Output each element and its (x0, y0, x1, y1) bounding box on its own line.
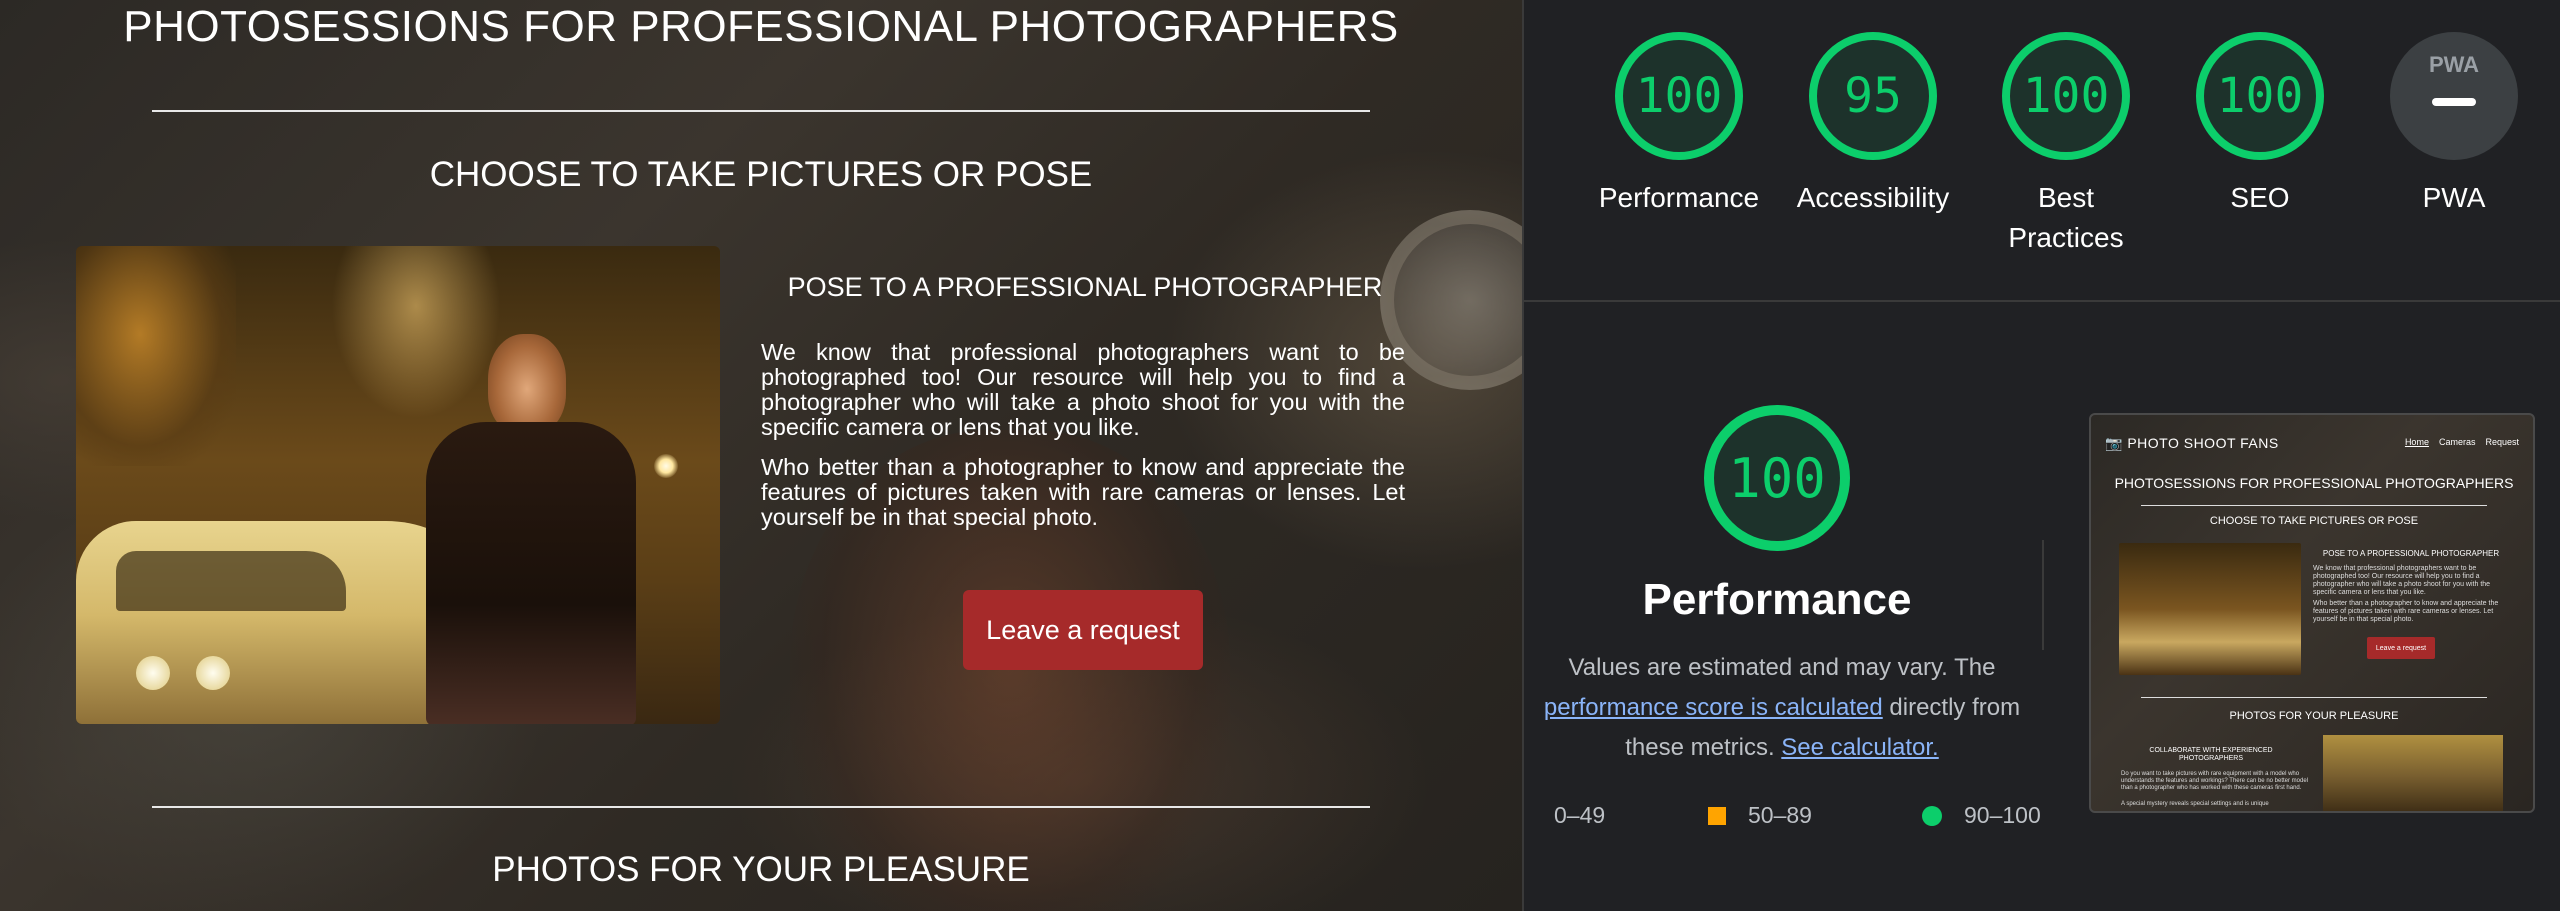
performance-score-ring: 100 (1704, 405, 1850, 551)
divider (152, 110, 1370, 112)
gauge-label: Best Practices (2008, 182, 2124, 253)
pose-heading: POSE TO A PROFESSIONAL PHOTOGRAPHER (787, 272, 1383, 302)
photos-heading: PHOTOS FOR YOUR PLEASURE (492, 850, 1030, 889)
score-ring: 95 (1809, 32, 1937, 160)
gauge-label: Performance (1598, 182, 1760, 213)
gauge-best-practices[interactable]: 100 Best Practices (1981, 32, 2151, 258)
choose-heading: CHOOSE TO TAKE PICTURES OR POSE (429, 155, 1093, 194)
legend-fail: 0–49 (1554, 802, 1606, 828)
pwa-badge-text: PWA (2428, 52, 2480, 77)
score-ring: 100 (1615, 32, 1743, 160)
leave-request-button[interactable]: Leave a request (963, 590, 1203, 670)
gauge-seo[interactable]: 100 SEO (2175, 32, 2345, 218)
pwa-badge-icon: PWA (2390, 32, 2518, 160)
square-icon (1708, 806, 1726, 825)
performance-title: Performance (1642, 575, 1912, 624)
dash-icon (2432, 98, 2476, 106)
divider (2042, 540, 2044, 650)
gauge-accessibility[interactable]: 95 Accessibility (1788, 32, 1958, 218)
screenshot-thumbnail[interactable]: 📷 PHOTO SHOOT FANS Home Cameras Request … (2089, 413, 2535, 813)
performance-description: Values are estimated and may vary. The p… (1543, 654, 2021, 761)
circle-icon (1922, 805, 1942, 826)
see-calculator-link[interactable]: See calculator. (1781, 734, 1938, 761)
page-title: PHOTOSESSIONS FOR PROFESSIONAL PHOTOGRAP… (123, 2, 1399, 51)
thumb-brand: 📷 PHOTO SHOOT FANS (2105, 435, 2279, 451)
gauge-performance[interactable]: 100 Performance (1594, 32, 1764, 218)
site-viewport: PHOTOSESSIONS FOR PROFESSIONAL PHOTOGRAP… (0, 0, 1522, 911)
gauge-label: SEO (2230, 182, 2290, 213)
pose-paragraph-2: Who better than a photographer to know a… (761, 454, 1405, 530)
gauge-pwa[interactable]: PWA PWA (2369, 32, 2539, 218)
divider (1524, 300, 2560, 302)
lighthouse-panel: 100 Performance 95 Accessibility 100 Bes… (1522, 0, 2560, 911)
gauge-label: PWA (2422, 182, 2486, 213)
pose-photo (76, 246, 720, 724)
score-ring: 100 (2002, 32, 2130, 160)
score-calculated-link[interactable]: performance score is calculated (1544, 694, 1883, 721)
divider (152, 806, 1370, 808)
score-ring: 100 (2196, 32, 2324, 160)
thumb-menu: Home Cameras Request (2404, 437, 2519, 447)
legend-pass: 90–100 (1922, 802, 2041, 829)
gauge-label: Accessibility (1796, 182, 1950, 213)
pose-paragraph-1: We know that professional photographers … (761, 339, 1405, 440)
legend-average: 50–89 (1708, 802, 1812, 829)
